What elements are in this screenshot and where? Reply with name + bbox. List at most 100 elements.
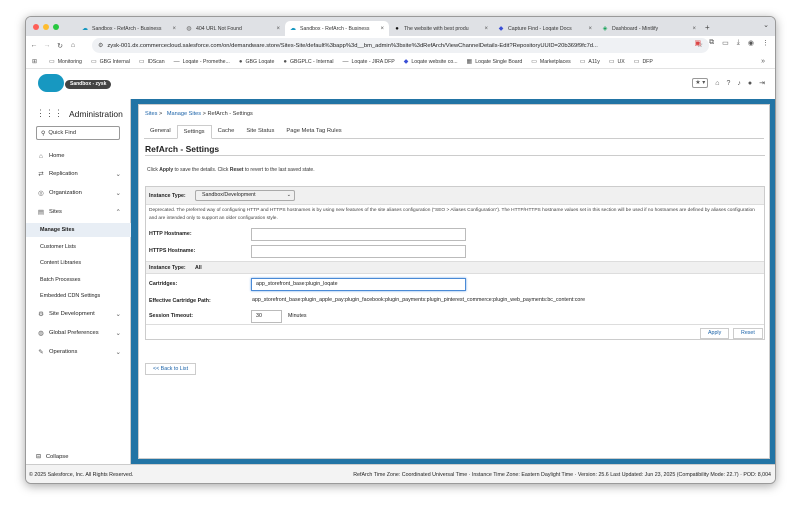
zoom-window-button[interactable] (53, 23, 59, 30)
bookmarks-overflow-icon[interactable]: » (761, 58, 765, 65)
address-bar[interactable]: ⚙ zysk-001.dx.commercecloud.salesforce.c… (92, 38, 709, 53)
browser-tab[interactable]: ◍ 404 URL Not Found × (181, 21, 285, 36)
bookmark-item[interactable]: ● GBG Loqate (239, 59, 274, 65)
tab-search-chevron-icon[interactable]: ⌄ (763, 21, 769, 29)
close-tab-icon[interactable]: × (380, 26, 384, 32)
sidebar-item-sites[interactable]: ▤ Sites ⌃ (26, 205, 131, 219)
instance-type-value: Sandbox/Development (202, 192, 256, 198)
apps-grid-icon[interactable]: ⊞ (32, 58, 40, 65)
sidebar-item-replication[interactable]: ⇄ Replication ⌄ (26, 167, 131, 181)
breadcrumb-manage-sites-link[interactable]: Manage Sites (167, 111, 201, 117)
salesforce-logo[interactable] (38, 74, 64, 92)
bookmark-item[interactable]: ◆ Loqate website co... (403, 58, 458, 66)
extensions-puzzle-icon[interactable]: ⧉ (709, 39, 714, 47)
chevron-down-icon: ⌄ (115, 311, 121, 318)
sidebar-icon[interactable]: ▭ (722, 39, 729, 47)
sidebar-item-global-preferences[interactable]: ◍ Global Preferences ⌄ (26, 326, 131, 340)
close-window-button[interactable] (33, 23, 39, 30)
tab-page-meta-tag-rules[interactable]: Page Meta Tag Rules (280, 125, 347, 138)
breadcrumb-sites-link[interactable]: Sites (145, 111, 157, 117)
home-icon[interactable]: ⌂ (68, 42, 78, 49)
browser-tab[interactable]: ◆ Capture Find - Loqate Docs × (493, 21, 597, 36)
chevron-down-icon: ⌄ (115, 171, 121, 178)
close-tab-icon[interactable]: × (588, 26, 592, 32)
site-info-icon[interactable]: ⚙ (98, 42, 103, 49)
instance-type-all-label: Instance Type: (149, 265, 186, 271)
bookmark-item[interactable]: ● GBGPLC - Internal (283, 59, 333, 65)
tools-icon[interactable]: ⌂ (715, 80, 719, 87)
loqate-icon: ◆ (403, 59, 409, 65)
apply-button[interactable]: Apply (700, 328, 730, 339)
site-development-icon: ⚙ (38, 311, 44, 318)
reset-button[interactable]: Reset (733, 328, 763, 339)
sidebar-subitem-manage-sites[interactable]: Manage Sites (26, 223, 131, 237)
instructions-text: Click Apply to save the details. Click R… (147, 167, 315, 173)
logout-icon[interactable]: ⇥ (759, 79, 765, 87)
tab-cache[interactable]: Cache (212, 125, 241, 138)
tab-site-status[interactable]: Site Status (240, 125, 280, 138)
browser-tab[interactable]: ◈ Dashboard - Mintlify × (597, 21, 701, 36)
notifications-bell-icon[interactable]: ♪ (737, 80, 741, 87)
sidebar-item-home[interactable]: ⌂ Home (26, 149, 131, 163)
sidebar-item-operations[interactable]: ✎ Operations ⌄ (26, 345, 131, 359)
extension-icon[interactable]: ▣ (695, 39, 702, 47)
close-tab-icon[interactable]: × (484, 26, 488, 32)
breadcrumb: Sites > Manage Sites > RefArch - Setting… (145, 111, 253, 117)
sidebar-subitem-customer-lists[interactable]: Customer Lists (26, 240, 131, 254)
browser-toolbar: ← → ↻ ⌂ ⚙ zysk-001.dx.commercecloud.sale… (26, 36, 775, 55)
collapse-sidebar-button[interactable]: ⊟ Collapse (36, 454, 68, 460)
tab-title: Capture Find - Loqate Docs (508, 25, 572, 32)
page-title: RefArch - Settings (145, 144, 220, 154)
instance-type-select[interactable]: Sandbox/Development ⌄ (195, 190, 295, 201)
bookmark-label: Marketplaces (539, 58, 571, 65)
close-tab-icon[interactable]: × (692, 26, 696, 32)
tab-settings[interactable]: Settings (176, 125, 212, 139)
close-tab-icon[interactable]: × (172, 26, 176, 32)
cartridges-label: Cartridges: (149, 281, 178, 287)
bookmark-item[interactable]: — Loqate - Promethe... (174, 59, 230, 65)
bookmark-item[interactable]: ▭ IDScan (139, 58, 165, 66)
profile-icon[interactable]: ◉ (748, 39, 754, 47)
http-hostname-input[interactable] (251, 228, 466, 241)
help-icon[interactable]: ? (726, 80, 730, 87)
forward-arrow-icon[interactable]: → (42, 42, 52, 49)
menu-kebab-icon[interactable]: ⋮ (762, 39, 769, 47)
sidebar-item-organization[interactable]: ◎ Organization ⌄ (26, 186, 131, 200)
cartridges-input[interactable]: app_storefront_base:plugin_loqate (251, 278, 466, 291)
sidebar-subitem-embedded-cdn[interactable]: Embedded CDN Settings (26, 289, 131, 303)
bookmark-item[interactable]: ▭ Marketplaces (531, 58, 571, 66)
main-panel: Sites > Manage Sites > RefArch - Setting… (138, 104, 770, 459)
browser-tab[interactable]: ☁ Sandbox - RefArch - Business × (77, 21, 181, 36)
sidebar-subitem-batch-processes[interactable]: Batch Processes (26, 273, 131, 287)
new-tab-icon[interactable]: + (705, 23, 710, 32)
bookmark-item[interactable]: — Loqate - JIRA DFP (343, 59, 395, 65)
user-icon[interactable]: ● (748, 80, 752, 87)
reload-icon[interactable]: ↻ (55, 42, 65, 50)
minimize-window-button[interactable] (43, 23, 49, 30)
close-tab-icon[interactable]: × (276, 26, 280, 32)
session-timeout-input[interactable]: 30 (251, 310, 282, 323)
instance-info-text: RefArch Time Zone: Coordinated Universal… (353, 471, 771, 478)
folder-icon: ▭ (608, 59, 615, 65)
app-launcher-icon[interactable]: ⋮⋮⋮ (36, 108, 63, 119)
bookmark-item[interactable]: ▭ UX (608, 58, 625, 66)
favorites-star-icon[interactable]: ★ ▾ (692, 78, 709, 88)
tab-general[interactable]: General (144, 125, 177, 138)
bookmark-item[interactable]: ▭ DFP (634, 58, 653, 66)
bookmark-item[interactable]: ▭ A11y (580, 58, 600, 66)
sidebar-subitem-content-libraries[interactable]: Content Libraries (26, 256, 131, 270)
bookmark-item[interactable]: ▦ Loqate Single Board (467, 58, 523, 66)
copyright-text: © 2025 Salesforce, Inc. All Rights Reser… (29, 471, 134, 478)
back-to-list-button[interactable]: << Back to List (145, 363, 197, 375)
browser-tab[interactable]: ● The website with best produ × (389, 21, 493, 36)
https-hostname-input[interactable] (251, 245, 466, 258)
browser-tab-active[interactable]: ☁ Sandbox - RefArch - Business × (285, 21, 389, 36)
org-badge[interactable]: Sandbox - zysk (65, 80, 112, 89)
toolbar-actions: ▣ ⧉ ▭ ⤓ ◉ ⋮ (695, 39, 769, 47)
back-arrow-icon[interactable]: ← (29, 42, 39, 49)
sidebar-item-site-development[interactable]: ⚙ Site Development ⌄ (26, 307, 131, 321)
bookmark-item[interactable]: ▭ GBG Internal (91, 58, 130, 66)
download-icon[interactable]: ⤓ (737, 39, 740, 47)
quick-find-input[interactable]: ⚲ Quick Find (36, 126, 120, 140)
bookmark-item[interactable]: ▭ Monitoring (49, 58, 82, 66)
